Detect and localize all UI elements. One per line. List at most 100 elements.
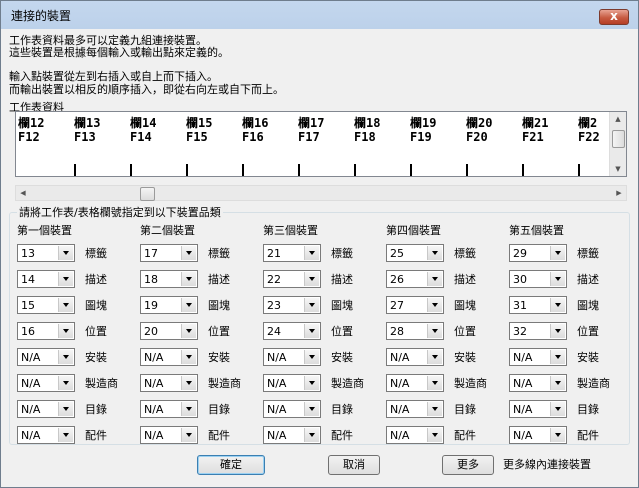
dropdown-arrow-icon[interactable] bbox=[304, 246, 319, 260]
device-column-select[interactable]: 27 bbox=[386, 296, 444, 314]
dropdown-arrow-icon[interactable] bbox=[58, 246, 73, 260]
horizontal-scroll-thumb[interactable] bbox=[140, 187, 155, 201]
dropdown-arrow-icon[interactable] bbox=[427, 350, 442, 364]
dropdown-arrow-icon[interactable] bbox=[58, 272, 73, 286]
dropdown-arrow-icon[interactable] bbox=[550, 402, 565, 416]
device-column-select[interactable]: 20 bbox=[140, 322, 198, 340]
dropdown-arrow-icon[interactable] bbox=[427, 324, 442, 338]
device-column-select[interactable]: N/A bbox=[17, 426, 75, 444]
dropdown-arrow-icon[interactable] bbox=[550, 246, 565, 260]
dropdown-arrow-icon[interactable] bbox=[58, 428, 73, 442]
dropdown-arrow-icon[interactable] bbox=[58, 376, 73, 390]
scroll-right-icon[interactable]: ▶ bbox=[612, 186, 626, 200]
device-column-select[interactable]: N/A bbox=[509, 400, 567, 418]
device-column-select[interactable]: 18 bbox=[140, 270, 198, 288]
dropdown-arrow-icon[interactable] bbox=[427, 376, 442, 390]
dropdown-arrow-icon[interactable] bbox=[427, 272, 442, 286]
device-column-select[interactable]: 28 bbox=[386, 322, 444, 340]
dropdown-arrow-icon[interactable] bbox=[427, 402, 442, 416]
device-column-select[interactable]: 14 bbox=[17, 270, 75, 288]
sheet-horizontal-scrollbar[interactable]: ◀ ▶ bbox=[15, 185, 627, 201]
device-column-select[interactable]: N/A bbox=[509, 426, 567, 444]
select-value: 17 bbox=[144, 247, 158, 260]
dropdown-arrow-icon[interactable] bbox=[181, 324, 196, 338]
device-column-select[interactable]: N/A bbox=[263, 348, 321, 366]
device-column-select[interactable]: N/A bbox=[386, 426, 444, 444]
device-column-select[interactable]: N/A bbox=[263, 426, 321, 444]
dropdown-arrow-icon[interactable] bbox=[58, 298, 73, 312]
dropdown-arrow-icon[interactable] bbox=[304, 350, 319, 364]
device-column-select[interactable]: 17 bbox=[140, 244, 198, 262]
dropdown-arrow-icon[interactable] bbox=[181, 246, 196, 260]
device-column-select[interactable]: 16 bbox=[17, 322, 75, 340]
sheet-column-cell: F14 bbox=[130, 130, 152, 144]
device-column-select[interactable]: 26 bbox=[386, 270, 444, 288]
sheet-vertical-scrollbar[interactable]: ▲ ▼ bbox=[609, 112, 626, 176]
device-property-label: 安裝 bbox=[331, 351, 353, 364]
dropdown-arrow-icon[interactable] bbox=[550, 376, 565, 390]
device-column-select[interactable]: 22 bbox=[263, 270, 321, 288]
device-column-select[interactable]: N/A bbox=[17, 348, 75, 366]
dropdown-arrow-icon[interactable] bbox=[58, 324, 73, 338]
device-column-select[interactable]: 31 bbox=[509, 296, 567, 314]
device-column-select[interactable]: N/A bbox=[140, 348, 198, 366]
dropdown-arrow-icon[interactable] bbox=[427, 298, 442, 312]
device-column-select[interactable]: 23 bbox=[263, 296, 321, 314]
device-column-select[interactable]: N/A bbox=[386, 348, 444, 366]
dropdown-arrow-icon[interactable] bbox=[181, 402, 196, 416]
sheet-column: 欄13 F13 bbox=[74, 114, 132, 176]
dropdown-arrow-icon[interactable] bbox=[58, 402, 73, 416]
select-value: N/A bbox=[390, 403, 410, 416]
cancel-button[interactable]: 取消 bbox=[328, 455, 380, 475]
scroll-down-icon[interactable]: ▼ bbox=[610, 162, 626, 176]
dropdown-arrow-icon[interactable] bbox=[304, 324, 319, 338]
dropdown-arrow-icon[interactable] bbox=[181, 376, 196, 390]
device-column-select[interactable]: 15 bbox=[17, 296, 75, 314]
dropdown-arrow-icon[interactable] bbox=[304, 298, 319, 312]
device-column-select[interactable]: N/A bbox=[386, 400, 444, 418]
device-column-select[interactable]: 29 bbox=[509, 244, 567, 262]
device-column-select[interactable]: 19 bbox=[140, 296, 198, 314]
dropdown-arrow-icon[interactable] bbox=[181, 350, 196, 364]
device-column-select[interactable]: N/A bbox=[140, 426, 198, 444]
device-column-select[interactable]: N/A bbox=[17, 374, 75, 392]
device-column-select[interactable]: 13 bbox=[17, 244, 75, 262]
device-column-select[interactable]: 32 bbox=[509, 322, 567, 340]
select-value: N/A bbox=[513, 429, 533, 442]
sheet-data-preview[interactable]: 欄12 F12 欄13 F13 欄14 F14 欄15 F15 欄16 F16 欄17 F17 欄18 F… bbox=[15, 111, 627, 177]
vertical-scroll-thumb[interactable] bbox=[612, 130, 625, 148]
dropdown-arrow-icon[interactable] bbox=[550, 324, 565, 338]
dropdown-arrow-icon[interactable] bbox=[427, 428, 442, 442]
dropdown-arrow-icon[interactable] bbox=[427, 246, 442, 260]
device-column-select[interactable]: N/A bbox=[140, 374, 198, 392]
device-column-select[interactable]: 24 bbox=[263, 322, 321, 340]
select-value: N/A bbox=[390, 429, 410, 442]
device-column-select[interactable]: N/A bbox=[17, 400, 75, 418]
dropdown-arrow-icon[interactable] bbox=[304, 272, 319, 286]
dropdown-arrow-icon[interactable] bbox=[181, 428, 196, 442]
scroll-up-icon[interactable]: ▲ bbox=[610, 112, 626, 126]
dropdown-arrow-icon[interactable] bbox=[58, 350, 73, 364]
device-column-select[interactable]: N/A bbox=[263, 374, 321, 392]
dropdown-arrow-icon[interactable] bbox=[550, 350, 565, 364]
dropdown-arrow-icon[interactable] bbox=[181, 272, 196, 286]
more-button[interactable]: 更多 bbox=[442, 455, 494, 475]
ok-button[interactable]: 確定 bbox=[197, 455, 265, 475]
device-column-select[interactable]: N/A bbox=[509, 374, 567, 392]
device-column-select[interactable]: N/A bbox=[509, 348, 567, 366]
device-column-select[interactable]: 21 bbox=[263, 244, 321, 262]
dropdown-arrow-icon[interactable] bbox=[550, 428, 565, 442]
device-column-select[interactable]: N/A bbox=[263, 400, 321, 418]
dropdown-arrow-icon[interactable] bbox=[304, 376, 319, 390]
device-column-select[interactable]: 30 bbox=[509, 270, 567, 288]
device-column-select[interactable]: N/A bbox=[140, 400, 198, 418]
dropdown-arrow-icon[interactable] bbox=[304, 428, 319, 442]
close-button[interactable]: x bbox=[599, 9, 629, 25]
dropdown-arrow-icon[interactable] bbox=[550, 298, 565, 312]
dropdown-arrow-icon[interactable] bbox=[304, 402, 319, 416]
dropdown-arrow-icon[interactable] bbox=[550, 272, 565, 286]
device-column-select[interactable]: N/A bbox=[386, 374, 444, 392]
device-column-select[interactable]: 25 bbox=[386, 244, 444, 262]
scroll-left-icon[interactable]: ◀ bbox=[16, 186, 30, 200]
dropdown-arrow-icon[interactable] bbox=[181, 298, 196, 312]
